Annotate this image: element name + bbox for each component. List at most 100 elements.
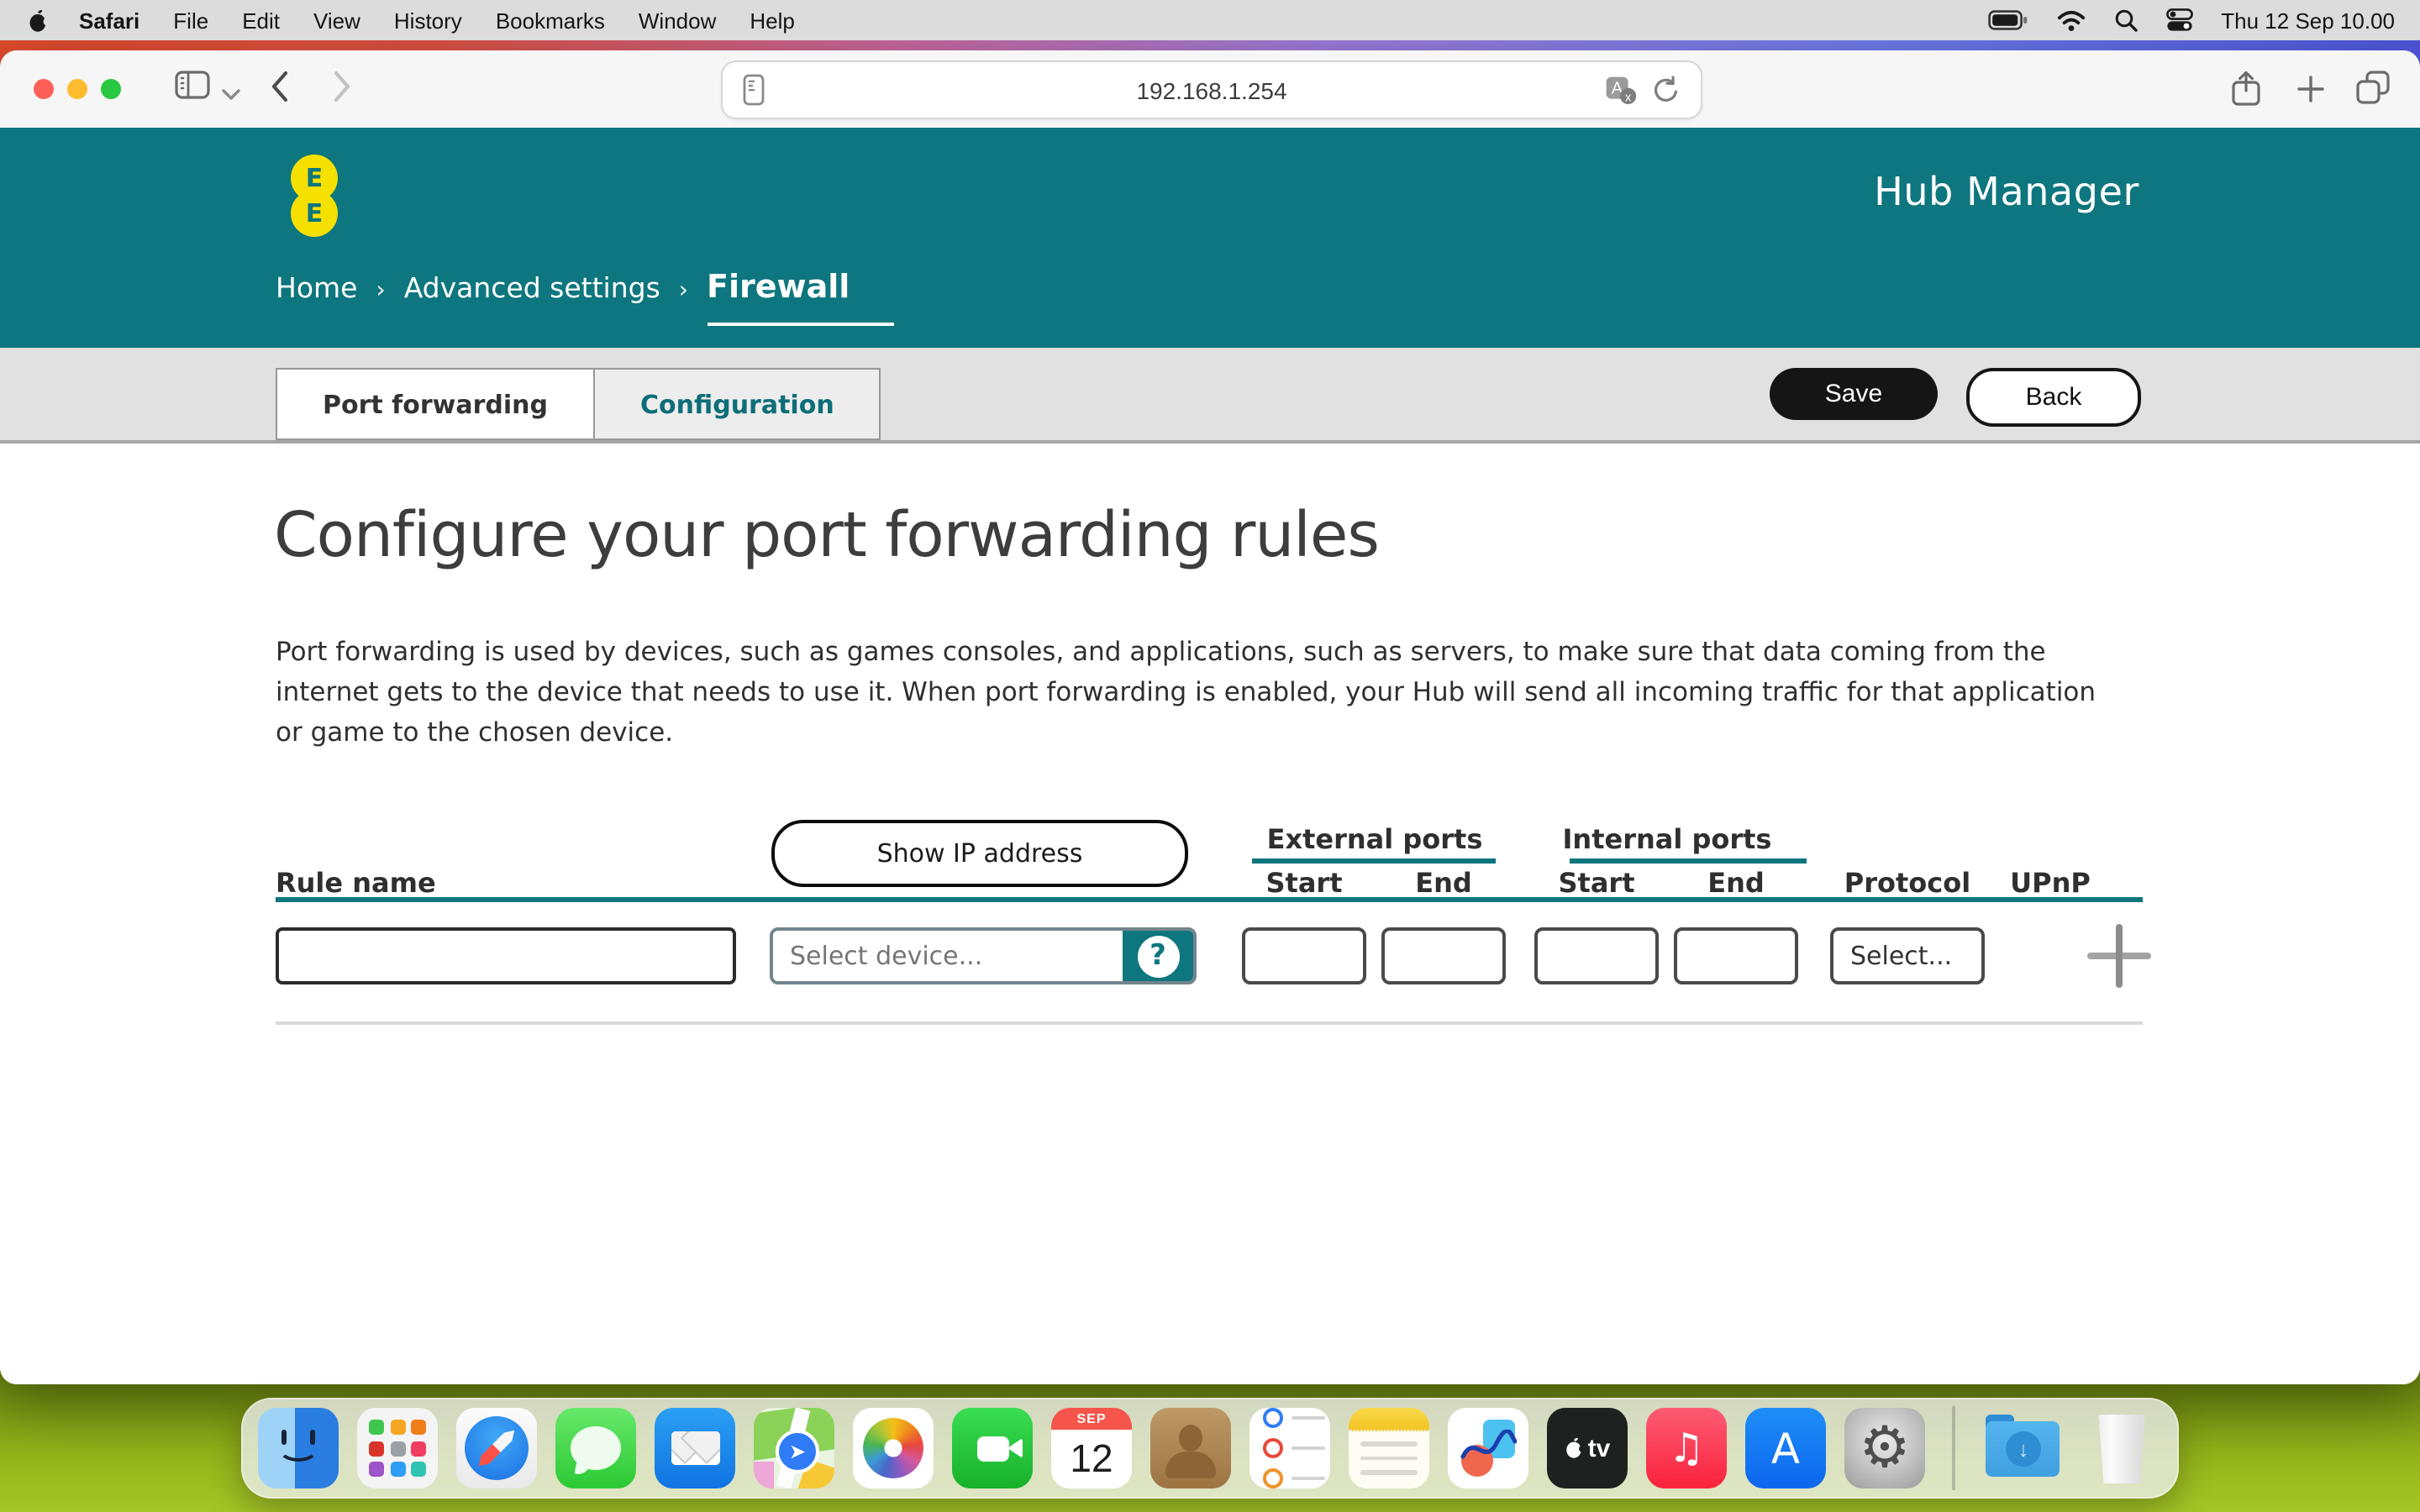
spotlight-search-icon[interactable]: [2113, 8, 2137, 32]
menu-item-edit[interactable]: Edit: [225, 8, 297, 33]
menu-item-help[interactable]: Help: [733, 8, 812, 33]
main-content: Configure your port forwarding rules Por…: [0, 444, 2420, 1384]
menu-bar: Safari File Edit View History Bookmarks …: [0, 0, 2420, 40]
dock-downloads-icon[interactable]: ↓: [1982, 1408, 2063, 1488]
reader-icon[interactable]: [743, 74, 765, 111]
dock-launchpad-icon[interactable]: [357, 1408, 438, 1488]
question-mark-icon: ?: [1137, 935, 1179, 977]
internal-end-label: End: [1674, 867, 1798, 899]
breadcrumb-advanced-settings[interactable]: Advanced settings: [404, 272, 660, 304]
apple-icon: [27, 8, 49, 33]
plus-vertical-bar: [2116, 924, 2123, 988]
table-header-rule: [276, 897, 2143, 902]
internal-ports-underline: [1570, 858, 1807, 864]
menu-bar-clock[interactable]: Thu 12 Sep 10.00: [2221, 8, 2395, 33]
minimize-window-button[interactable]: [67, 79, 87, 99]
internal-start-input[interactable]: [1534, 927, 1659, 984]
envelope: [671, 1431, 719, 1465]
dock: ➤ SEP 12 tv ♫ A ⚙: [241, 1398, 2179, 1499]
device-select-input[interactable]: [773, 931, 1123, 981]
dock-reminders-icon[interactable]: [1249, 1408, 1330, 1488]
dock-facetime-icon[interactable]: [952, 1408, 1033, 1488]
menu-item-window[interactable]: Window: [622, 8, 734, 33]
menu-item-history[interactable]: History: [377, 8, 479, 33]
dock-photos-icon[interactable]: [853, 1408, 934, 1488]
screen: Safari File Edit View History Bookmarks …: [0, 0, 2420, 1512]
sidebar-chevron-down-icon[interactable]: [222, 79, 240, 109]
tab-port-forwarding[interactable]: Port forwarding: [276, 368, 593, 440]
close-window-button[interactable]: [34, 79, 54, 99]
calendar-day: 12: [1070, 1430, 1113, 1488]
back-button[interactable]: [271, 71, 289, 111]
dock-settings-icon[interactable]: ⚙: [1844, 1408, 1925, 1488]
apple-glyph: [1565, 1436, 1585, 1460]
external-end-input[interactable]: [1381, 927, 1506, 984]
page-description: Port forwarding is used by devices, such…: [276, 632, 2101, 753]
add-rule-plus-icon[interactable]: [2087, 924, 2151, 988]
tab-configuration[interactable]: Configuration: [593, 368, 881, 440]
external-start-label: Start: [1242, 867, 1366, 899]
internal-ports-label: Internal ports: [1534, 823, 1800, 855]
dock-finder-icon[interactable]: [258, 1408, 339, 1488]
rule-name-input[interactable]: [276, 927, 736, 984]
rule-name-label: Rule name: [276, 867, 436, 899]
breadcrumb-current-firewall[interactable]: Firewall: [707, 269, 850, 306]
reload-icon[interactable]: [1652, 76, 1681, 111]
dock-calendar-icon[interactable]: SEP 12: [1051, 1408, 1132, 1488]
share-icon[interactable]: [2232, 71, 2260, 114]
zoom-window-button[interactable]: [101, 79, 121, 99]
protocol-select-button[interactable]: Select...: [1830, 927, 1985, 984]
dock-freeform-icon[interactable]: [1448, 1408, 1528, 1488]
dock-contacts-icon[interactable]: [1150, 1408, 1231, 1488]
device-select-group: ?: [770, 927, 1197, 984]
forward-button[interactable]: [333, 71, 351, 111]
ee-logo[interactable]: E E: [291, 155, 338, 237]
dock-safari-icon[interactable]: [456, 1408, 537, 1488]
dock-mail-icon[interactable]: [655, 1408, 735, 1488]
dock-trash-icon[interactable]: [2081, 1408, 2162, 1488]
wifi-icon[interactable]: [2056, 9, 2085, 31]
new-tab-icon[interactable]: [2297, 76, 2324, 111]
menu-item-view[interactable]: View: [297, 8, 377, 33]
dock-appstore-icon[interactable]: A: [1745, 1408, 1826, 1488]
dock-messages-icon[interactable]: [555, 1408, 636, 1488]
trash-bin: [2096, 1415, 2147, 1483]
menu-item-bookmarks[interactable]: Bookmarks: [479, 8, 622, 33]
video-camera: [976, 1436, 1008, 1461]
device-help-button[interactable]: ?: [1123, 931, 1193, 981]
site-header: E E Hub Manager Home › Advanced settings…: [0, 128, 2420, 348]
navigation-arrow: ➤: [776, 1430, 819, 1473]
download-arrow-icon: ↓: [2006, 1431, 2041, 1467]
protocol-label: Protocol: [1830, 867, 1985, 899]
ee-logo-bottom-circle: E: [291, 190, 338, 237]
control-center-icon[interactable]: [2165, 8, 2192, 32]
external-start-input[interactable]: [1242, 927, 1366, 984]
address-bar[interactable]: 192.168.1.254 Ax: [721, 60, 1702, 119]
translate-icon[interactable]: Ax: [1605, 76, 1637, 111]
dock-notes-icon[interactable]: [1349, 1408, 1429, 1488]
battery-icon[interactable]: [1987, 10, 2028, 30]
show-ip-address-button[interactable]: Show IP address: [771, 820, 1188, 887]
back-button-page[interactable]: Back: [1966, 368, 2141, 427]
save-button[interactable]: Save: [1770, 368, 1938, 420]
external-ports-label: External ports: [1242, 823, 1507, 855]
apple-menu[interactable]: [0, 8, 62, 33]
breadcrumb-home[interactable]: Home: [276, 272, 357, 304]
dock-maps-icon[interactable]: ➤: [754, 1408, 834, 1488]
dock-music-icon[interactable]: ♫: [1646, 1408, 1727, 1488]
internal-end-input[interactable]: [1674, 927, 1798, 984]
menu-item-safari[interactable]: Safari: [62, 8, 156, 33]
page-title: Hub Manager: [1874, 171, 2139, 215]
tab-overview-icon[interactable]: [2356, 71, 2390, 113]
menu-item-file[interactable]: File: [156, 8, 225, 33]
browser-toolbar: 192.168.1.254 Ax: [0, 50, 2420, 128]
chat-bubble: [571, 1426, 621, 1470]
sidebar-toggle-icon[interactable]: [175, 71, 210, 108]
tab-strip: Port forwarding Configuration: [276, 368, 881, 440]
dock-appletv-icon[interactable]: tv: [1547, 1408, 1628, 1488]
url-text: 192.168.1.254: [1136, 76, 1286, 103]
breadcrumb-separator: ›: [679, 277, 688, 304]
action-buttons: Save Back: [1770, 368, 2141, 427]
row-divider: [276, 1021, 2143, 1025]
color-wheel: [863, 1418, 923, 1478]
